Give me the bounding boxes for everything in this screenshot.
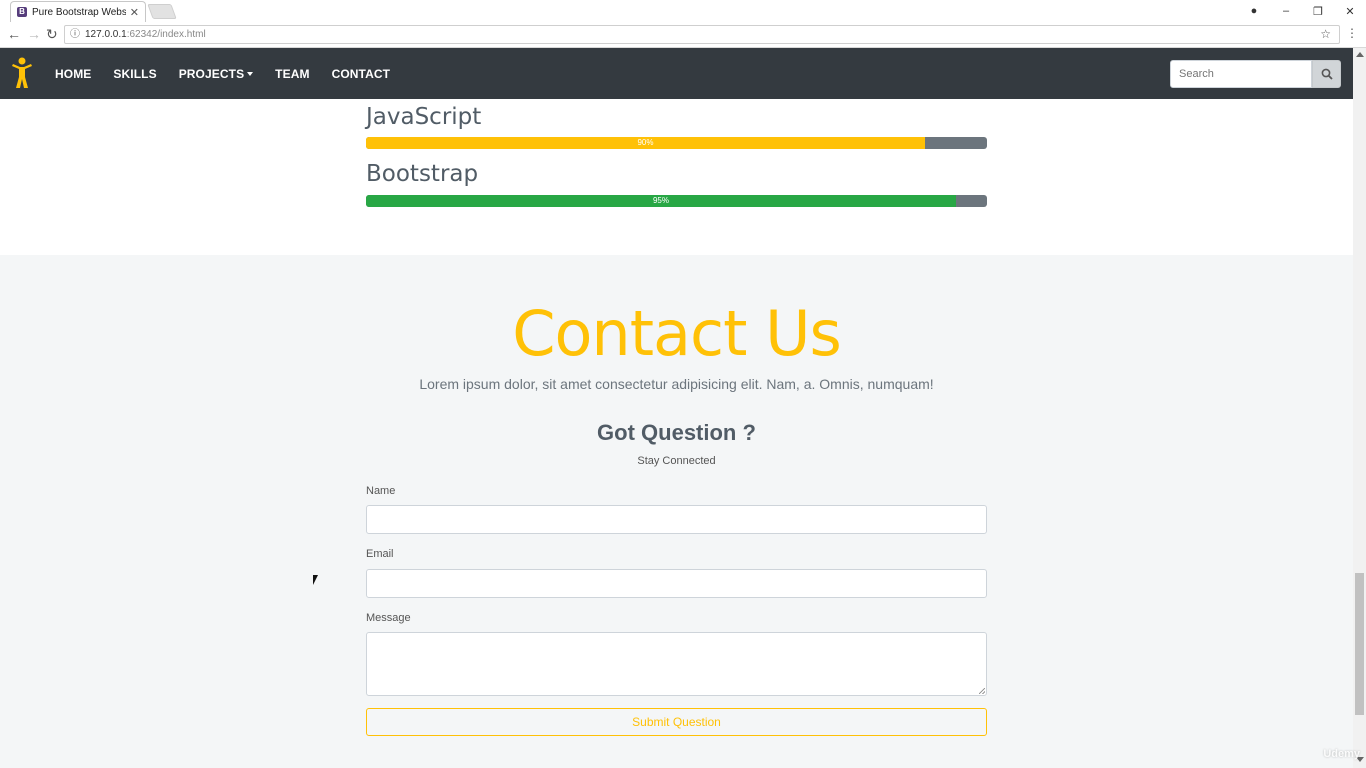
url-host: 127.0.0.1: [85, 29, 127, 40]
nav-projects-dropdown[interactable]: PROJECTS: [168, 67, 264, 81]
tab-title: Pure Bootstrap Website: [32, 6, 126, 18]
url-field[interactable]: ⓘ 127.0.0.1:62342/index.html ☆: [64, 25, 1340, 44]
back-icon[interactable]: ←: [7, 26, 21, 42]
message-label: Message: [366, 612, 411, 624]
name-label: Name: [366, 485, 396, 497]
info-icon[interactable]: ⓘ: [70, 26, 80, 43]
mouse-cursor-icon: [313, 575, 318, 585]
reload-icon[interactable]: ↻: [46, 26, 58, 43]
restore-icon[interactable]: ❐: [1302, 5, 1334, 18]
resize-handle-icon[interactable]: [979, 688, 985, 694]
name-field[interactable]: [366, 505, 987, 534]
progress-javascript: 90%: [366, 137, 987, 149]
skills-section: JavaScript 90% Bootstrap 95%: [0, 99, 1353, 255]
submit-question-button[interactable]: Submit Question: [366, 708, 987, 736]
caret-down-icon: [247, 72, 254, 77]
scrollbar-thumb[interactable]: [1355, 573, 1364, 715]
bookmark-star-icon[interactable]: ☆: [1320, 26, 1331, 43]
udemy-watermark: Udemy: [1323, 748, 1360, 760]
progress-bootstrap: 95%: [366, 195, 987, 207]
skill-name-bootstrap: Bootstrap: [366, 161, 479, 187]
nav-team[interactable]: TEAM: [264, 67, 320, 81]
tab-close-icon[interactable]: ✕: [130, 6, 139, 19]
profile-icon[interactable]: ●: [1238, 5, 1270, 17]
contact-section: Contact Us Lorem ipsum dolor, sit amet c…: [0, 255, 1353, 768]
new-tab-button[interactable]: [147, 4, 177, 19]
email-field[interactable]: [366, 569, 987, 598]
nav-home[interactable]: HOME: [44, 67, 102, 81]
nav-projects-label: PROJECTS: [178, 66, 245, 81]
form-subtitle: Got Question ?: [597, 420, 756, 445]
url-path: :62342/index.html: [126, 29, 206, 40]
brand-logo-icon[interactable]: [10, 57, 34, 89]
form-tagline: Stay Connected: [637, 455, 716, 467]
close-window-icon[interactable]: ✕: [1334, 5, 1366, 18]
browser-menu-icon[interactable]: ⋮: [1346, 26, 1358, 40]
address-bar: ← → ↻ ⓘ 127.0.0.1:62342/index.html ☆ ⋮: [0, 22, 1366, 48]
contact-lead: Lorem ipsum dolor, sit amet consectetur …: [419, 376, 934, 392]
message-textarea[interactable]: [366, 632, 987, 696]
search-icon: [1321, 68, 1333, 80]
browser-tab[interactable]: B Pure Bootstrap Website ✕: [10, 1, 146, 22]
window-controls: ● – ❐ ✕: [1238, 0, 1366, 22]
nav-contact[interactable]: CONTACT: [321, 67, 401, 81]
search-input[interactable]: [1170, 60, 1312, 88]
search-button[interactable]: [1312, 60, 1341, 88]
contact-title: Contact Us: [512, 297, 842, 370]
progress-bar-bootstrap: 95%: [366, 195, 956, 207]
email-label: Email: [366, 548, 394, 560]
site-navbar: HOME SKILLS PROJECTS TEAM CONTACT: [0, 48, 1353, 99]
bootstrap-favicon-icon: B: [17, 7, 27, 17]
skill-name-javascript: JavaScript: [366, 104, 482, 130]
nav-skills[interactable]: SKILLS: [102, 67, 167, 81]
nav-links: HOME SKILLS PROJECTS TEAM CONTACT: [44, 48, 401, 99]
progress-bar-javascript: 90%: [366, 137, 925, 149]
minimize-icon[interactable]: –: [1270, 5, 1302, 17]
scroll-up-arrow-icon[interactable]: [1356, 52, 1364, 57]
forward-icon[interactable]: →: [27, 26, 41, 42]
browser-tab-bar: B Pure Bootstrap Website ✕ ● – ❐ ✕: [0, 0, 1366, 22]
search-form: [1170, 60, 1341, 88]
